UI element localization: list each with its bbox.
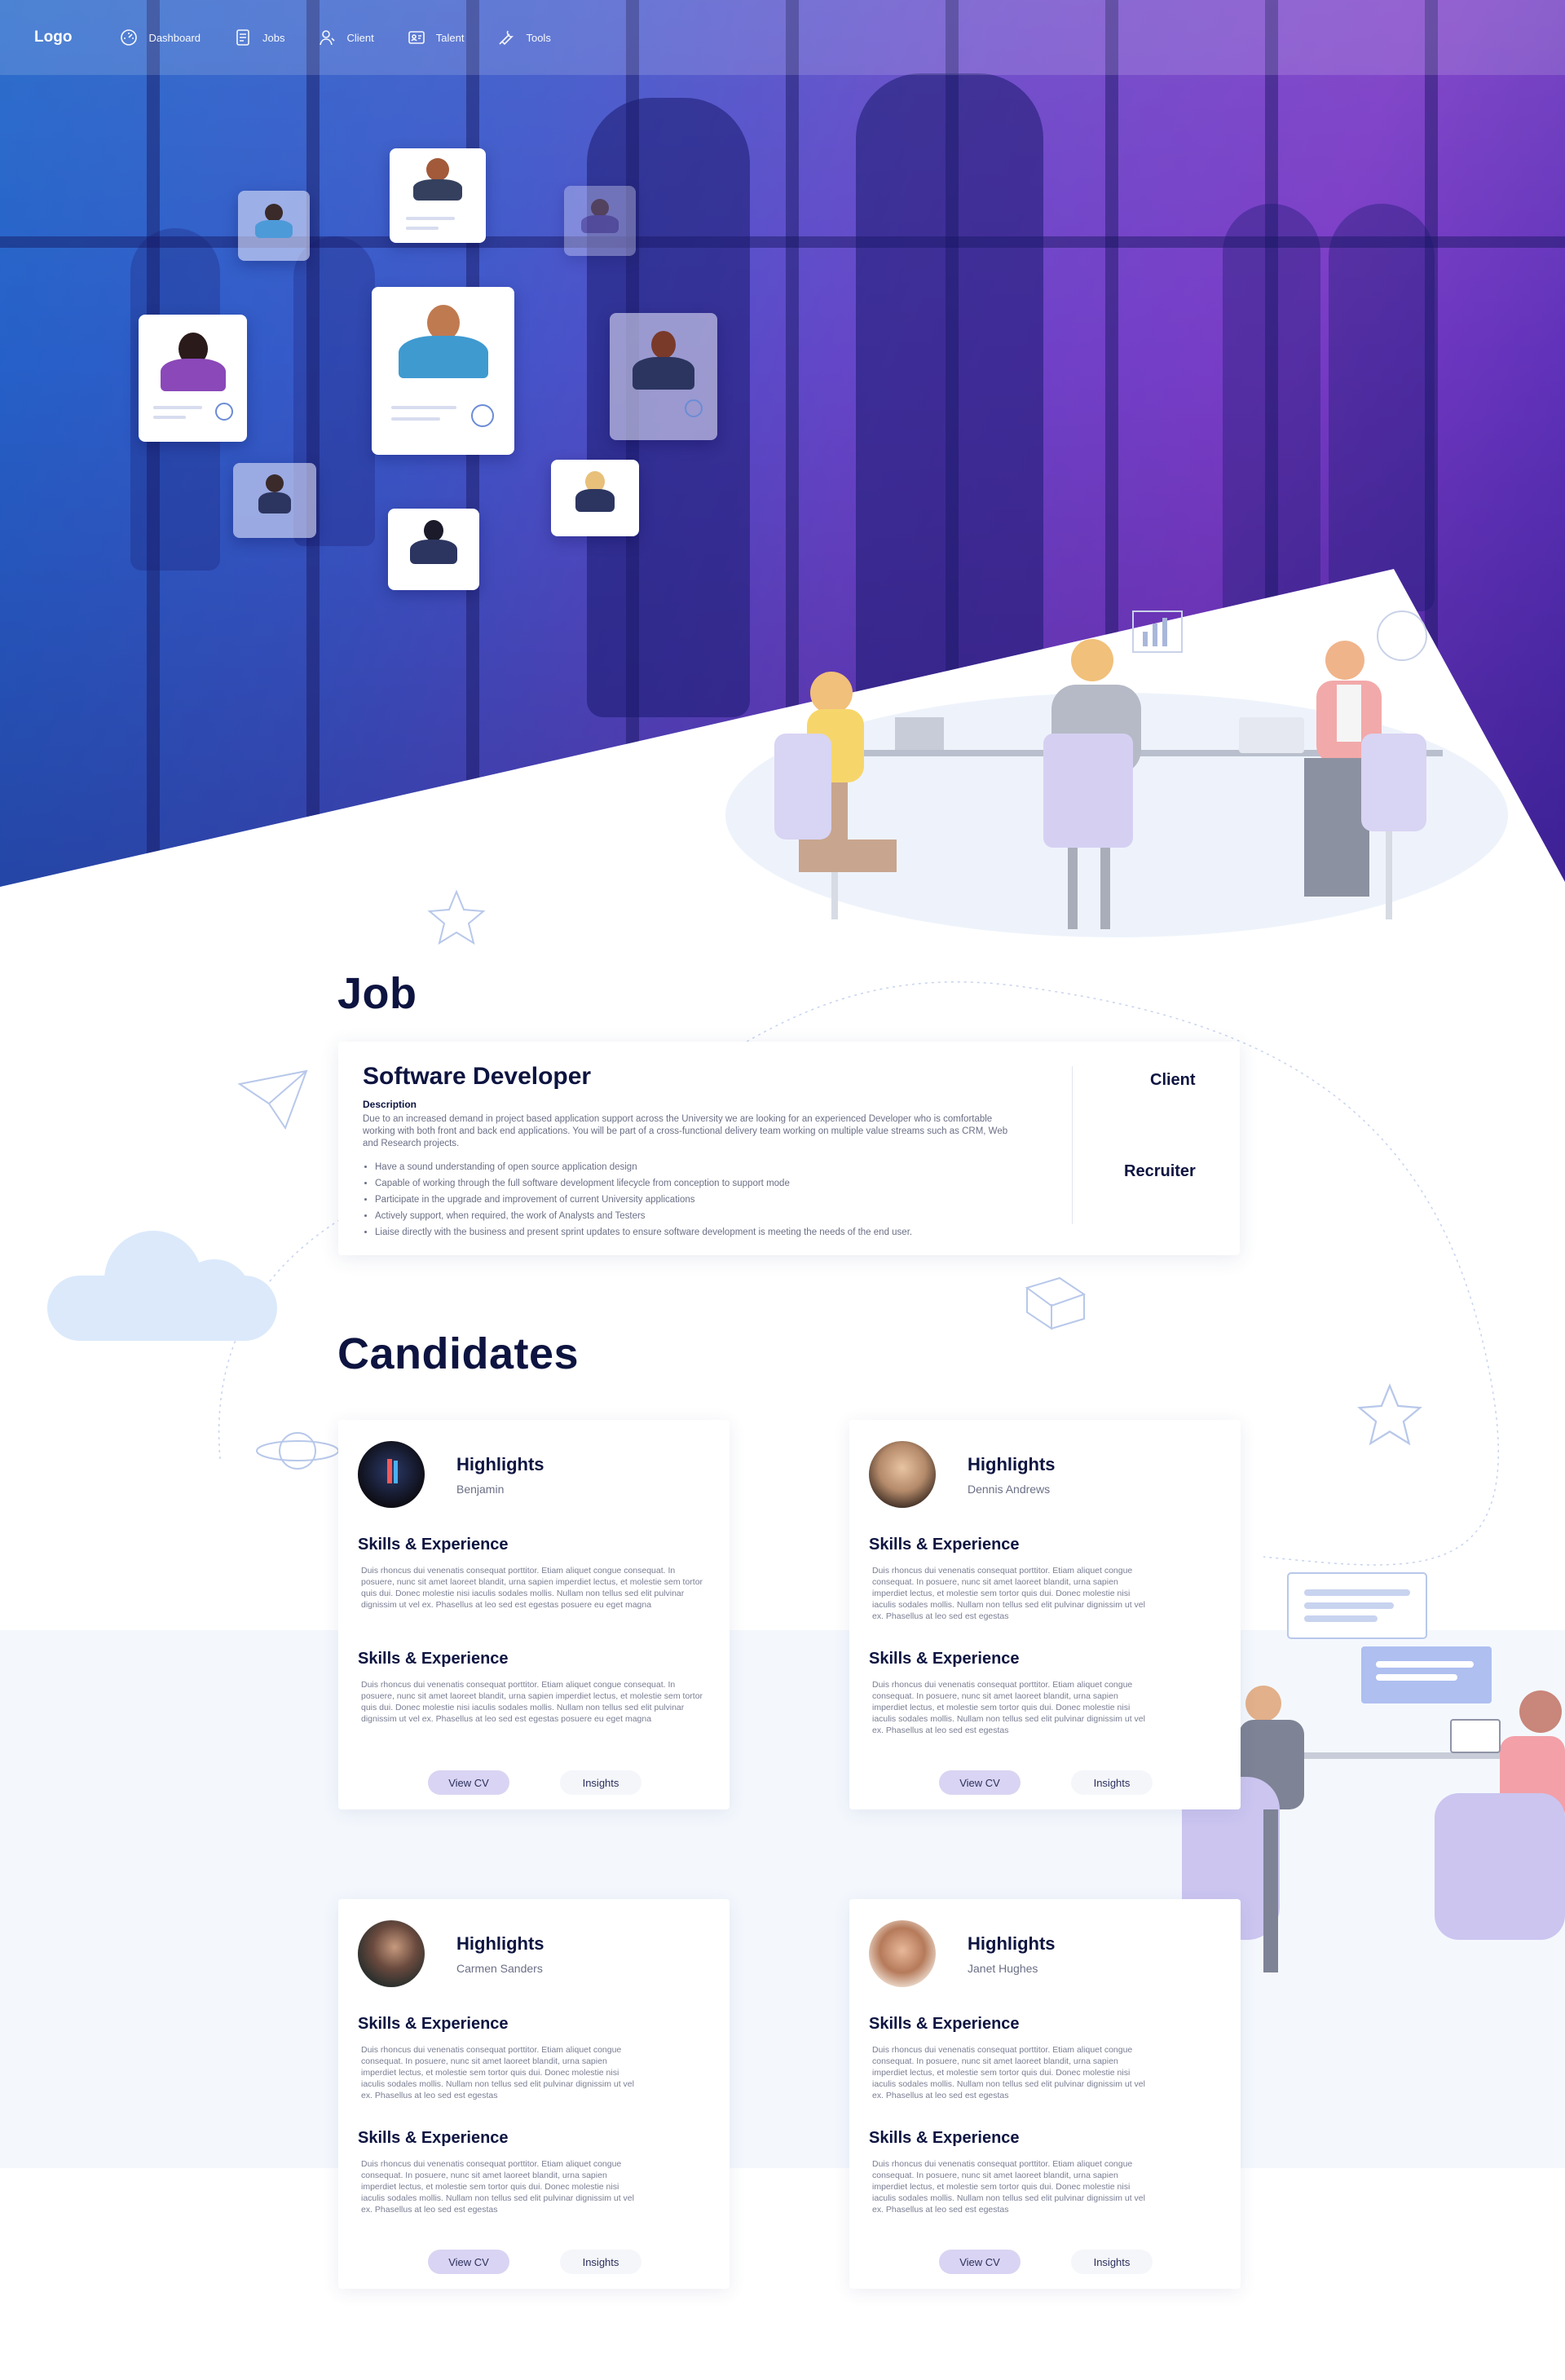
job-recruiter-label[interactable]: Recruiter — [1124, 1162, 1196, 1181]
jobs-icon — [236, 29, 249, 46]
nav-label-dashboard: Dashboard — [148, 31, 201, 44]
insights-button[interactable]: Insights — [1071, 1770, 1153, 1795]
profile-card — [233, 463, 316, 538]
client-icon — [319, 30, 335, 46]
candidates-section-title: Candidates — [337, 1329, 580, 1378]
skills-text: Duis rhoncus dui venenatis consequat por… — [872, 1566, 1145, 1621]
job-description-label: Description — [363, 1099, 417, 1110]
job-requirement: Participate in the upgrade and improveme… — [375, 1192, 1043, 1208]
nav-label-client: Client — [346, 31, 374, 44]
skills-heading: Skills & Experience — [358, 2129, 509, 2147]
silhouette-figure — [1223, 204, 1320, 628]
skills-text: Duis rhoncus dui venenatis consequat por… — [361, 1680, 703, 1724]
nav-item-dashboard[interactable]: Dashboard — [119, 28, 201, 47]
cloud-decoration — [47, 1231, 277, 1341]
nav-label-jobs: Jobs — [262, 31, 285, 44]
skills-text: Duis rhoncus dui venenatis consequat por… — [361, 2045, 634, 2100]
job-description: Due to an increased demand in project ba… — [363, 1114, 1008, 1148]
view-cv-button[interactable]: View CV — [428, 2250, 509, 2274]
candidate-avatar — [869, 1920, 936, 1987]
tools-icon — [499, 30, 514, 46]
nav-item-tools[interactable]: Tools — [496, 28, 551, 47]
nav-item-client[interactable]: Client — [318, 28, 374, 47]
candidate-name: Janet Hughes — [968, 1962, 1038, 1975]
skills-heading: Skills & Experience — [869, 2129, 1020, 2147]
candidate-highlights-label: Highlights — [968, 1454, 1056, 1474]
top-navigation: Logo Dashboard Jobs Client Talent Tools — [0, 0, 1565, 75]
skills-heading: Skills & Experience — [358, 1536, 509, 1554]
skills-text: Duis rhoncus dui venenatis consequat por… — [361, 2159, 634, 2215]
talent-icon — [408, 31, 425, 44]
profile-card — [551, 460, 639, 536]
skills-heading: Skills & Experience — [869, 1536, 1020, 1554]
candidate-avatar — [358, 1920, 425, 1987]
view-cv-button[interactable]: View CV — [939, 2250, 1021, 2274]
job-requirements-list: Have a sound understanding of open sourc… — [375, 1159, 1043, 1241]
profile-card — [610, 313, 717, 440]
job-requirement: Actively support, when required, the wor… — [375, 1208, 1043, 1224]
job-section-title: Job — [337, 969, 417, 1018]
insights-button[interactable]: Insights — [560, 1770, 641, 1795]
job-card: Software Developer Description Due to an… — [338, 1042, 1240, 1255]
candidate-card: Highlights Benjamin Skills & Experience … — [338, 1420, 730, 1809]
nav-item-talent[interactable]: Talent — [407, 28, 465, 47]
skills-heading: Skills & Experience — [358, 1650, 509, 1668]
profile-card-featured — [372, 287, 514, 455]
candidate-card: Highlights Dennis Andrews Skills & Exper… — [849, 1420, 1241, 1809]
candidate-card: Highlights Carmen Sanders Skills & Exper… — [338, 1899, 730, 2289]
nav-item-jobs[interactable]: Jobs — [233, 28, 285, 47]
candidate-name: Dennis Andrews — [968, 1483, 1051, 1496]
job-title: Software Developer — [363, 1063, 592, 1090]
profile-card — [390, 148, 486, 243]
view-cv-button[interactable]: View CV — [939, 1770, 1021, 1795]
nav-label-tools: Tools — [526, 31, 551, 44]
skills-heading: Skills & Experience — [869, 2015, 1020, 2033]
profile-card — [238, 191, 310, 261]
silhouette-figure — [1329, 204, 1435, 611]
candidate-highlights-label: Highlights — [456, 1933, 544, 1954]
profile-card — [139, 315, 247, 442]
job-card-divider — [1072, 1066, 1073, 1224]
skills-heading: Skills & Experience — [869, 1650, 1020, 1668]
skills-text: Duis rhoncus dui venenatis consequat por… — [872, 2045, 1145, 2100]
skills-heading: Skills & Experience — [358, 2015, 509, 2033]
job-client-label[interactable]: Client — [1150, 1071, 1196, 1090]
profile-card — [564, 186, 636, 256]
job-requirement: Have a sound understanding of open sourc… — [375, 1159, 1043, 1175]
meeting-illustration — [717, 587, 1532, 970]
dashboard-icon — [121, 29, 138, 46]
candidate-card: Highlights Janet Hughes Skills & Experie… — [849, 1899, 1241, 2289]
insights-button[interactable]: Insights — [1071, 2250, 1153, 2274]
candidate-name: Carmen Sanders — [456, 1962, 543, 1975]
nav-label-talent: Talent — [435, 31, 465, 44]
skills-text: Duis rhoncus dui venenatis consequat por… — [361, 1566, 703, 1610]
profile-card — [388, 509, 479, 590]
logo[interactable]: Logo — [34, 29, 72, 46]
insights-button[interactable]: Insights — [560, 2250, 641, 2274]
candidate-avatar — [358, 1441, 425, 1508]
view-cv-button[interactable]: View CV — [428, 1770, 509, 1795]
candidate-highlights-label: Highlights — [456, 1454, 544, 1474]
job-requirement: Capable of working through the full soft… — [375, 1175, 1043, 1192]
candidate-highlights-label: Highlights — [968, 1933, 1056, 1954]
skills-text: Duis rhoncus dui venenatis consequat por… — [872, 1680, 1145, 1735]
skills-text: Duis rhoncus dui venenatis consequat por… — [872, 2159, 1145, 2215]
job-requirement: Liaise directly with the business and pr… — [375, 1224, 1043, 1241]
candidate-name: Benjamin — [456, 1483, 505, 1496]
candidate-avatar — [869, 1441, 936, 1508]
